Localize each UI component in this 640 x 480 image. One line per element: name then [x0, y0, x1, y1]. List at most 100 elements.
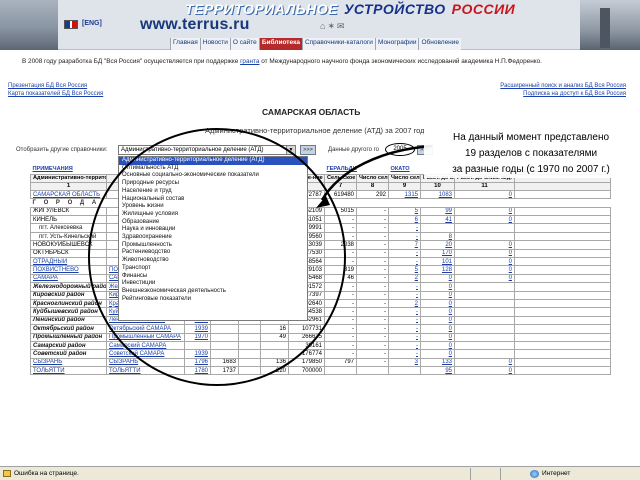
year-select[interactable]: 2005 [385, 143, 415, 156]
dropdown-option[interactable]: Уровень жизни [119, 203, 307, 211]
rail-distance-link[interactable]: 0 [454, 215, 515, 225]
distance-link[interactable]: 95 [420, 366, 455, 376]
dropdown-option[interactable]: Природные ресурсы [119, 180, 307, 188]
settlement-count-link[interactable]: 6 [388, 215, 421, 225]
settlement-count-link[interactable] [388, 366, 421, 376]
star-icon[interactable]: ✶ [327, 21, 337, 31]
distance-link[interactable]: 8 [420, 231, 455, 242]
rail-distance-link[interactable] [454, 307, 515, 317]
rail-distance-link[interactable]: 0 [454, 357, 515, 368]
dropdown-option[interactable]: Промышленность [119, 242, 307, 250]
rail-distance-link[interactable]: 0 [454, 256, 515, 267]
nav-item[interactable]: Новости [199, 38, 230, 50]
code-link[interactable]: 1796 [184, 357, 211, 368]
code-link[interactable]: 1970 [184, 332, 211, 342]
settlement-count-link[interactable]: 2 [388, 298, 421, 309]
distance-link[interactable]: 41 [420, 215, 455, 225]
dropdown-option[interactable]: Инвестиции [119, 280, 307, 288]
distance-link[interactable]: 0 [420, 307, 455, 317]
uk-flag-icon[interactable] [64, 20, 78, 29]
dropdown-option[interactable]: Рейтинговые показатели [119, 296, 307, 304]
rail-distance-link[interactable] [454, 324, 515, 334]
reference-dropdown-list[interactable]: Административно-территориальное деление … [118, 156, 308, 321]
distance-link[interactable]: 0 [420, 298, 455, 309]
admin-link[interactable]: Промышленный САМАРА [106, 332, 185, 342]
nav-item[interactable]: Библиотека [258, 38, 302, 50]
settlement-count-link[interactable]: - [388, 332, 421, 342]
ato-name[interactable]: САМАРА [30, 273, 107, 284]
dropdown-option[interactable]: Финансы [119, 273, 307, 281]
rail-distance-link[interactable]: 0 [454, 189, 515, 200]
code-link[interactable]: 1939 [184, 349, 211, 359]
grant-link[interactable]: гранта [240, 58, 259, 65]
table-top-link[interactable]: ОКАТО [388, 165, 421, 174]
distance-link[interactable]: 133 [420, 357, 455, 368]
rail-distance-link[interactable]: 0 [454, 265, 515, 275]
distance-link[interactable]: 0 [420, 315, 455, 326]
subscription-link[interactable]: Подписка на доступ к БД Вся Россия [500, 90, 626, 98]
nav-item[interactable]: Справочники-каталоги [301, 38, 375, 50]
settlement-count-link[interactable]: - [388, 248, 421, 259]
settlement-count-link[interactable]: - [388, 340, 421, 351]
admin-link[interactable]: Октябрьский САМАРА [106, 324, 185, 334]
rail-distance-link[interactable]: 0 [454, 273, 515, 284]
distance-link[interactable]: 0 [420, 324, 455, 334]
ato-name[interactable]: САМАРСКАЯ ОБЛАСТЬ [30, 189, 107, 200]
ato-name[interactable]: СЫЗРАНЬ [30, 357, 107, 368]
settlement-count-link[interactable]: - [388, 324, 421, 334]
settlement-count-link[interactable]: - [388, 290, 421, 300]
dropdown-option[interactable]: Административно-территориальное деление … [119, 157, 307, 165]
ato-name[interactable]: ОТРАДНЫЙ [30, 256, 107, 267]
settlement-count-link[interactable]: 3 [388, 357, 421, 368]
distance-link[interactable]: 0 [420, 282, 455, 292]
nav-item[interactable]: О сайте [229, 38, 259, 50]
settlement-count-link[interactable]: - [388, 315, 421, 326]
nav-item[interactable]: Обновление [418, 38, 462, 50]
rail-distance-link[interactable]: 0 [454, 240, 515, 250]
table-top-link[interactable]: ПРИМЕЧАНИЯ [30, 165, 107, 174]
settlement-count-link[interactable]: 5 [388, 206, 421, 217]
distance-link[interactable]: 0 [420, 349, 455, 359]
settlement-count-link[interactable]: 1315 [388, 189, 421, 200]
distance-link[interactable]: 0 [420, 332, 455, 342]
admin-link[interactable]: СЫЗРАНЬ [106, 357, 185, 368]
ato-name[interactable]: ТОЛЬЯТТИ [30, 366, 107, 376]
indicators-map-link[interactable]: Карта показателей БД Вся Россия [8, 90, 103, 98]
code-link[interactable]: 1780 [184, 366, 211, 376]
distance-link[interactable]: 128 [420, 265, 455, 275]
dropdown-option[interactable]: Основные социально-экономические показат… [119, 172, 307, 180]
go-button-reference[interactable]: >>> [300, 145, 316, 155]
distance-link[interactable]: 99 [420, 206, 455, 217]
dropdown-option[interactable]: Внешнеэкономическая деятельность [119, 288, 307, 296]
nav-item[interactable]: Главная [170, 38, 200, 50]
distance-link[interactable]: 101 [420, 256, 455, 267]
dropdown-option[interactable]: Животноводство [119, 257, 307, 265]
reference-select[interactable]: Административно-территориальное деление … [118, 145, 296, 155]
settlement-count-link[interactable]: 7 [388, 240, 421, 250]
admin-link[interactable]: Самарский САМАРА [106, 340, 185, 351]
presentation-link[interactable]: Презентация БД Вся Россия [8, 82, 103, 90]
settlement-count-link[interactable]: - [388, 231, 421, 242]
rail-distance-link[interactable] [454, 340, 515, 351]
dropdown-option[interactable]: Национальный состав [119, 196, 307, 204]
rail-distance-link[interactable] [454, 282, 515, 292]
dropdown-option[interactable]: Наука и инновации [119, 226, 307, 234]
rail-distance-link[interactable] [454, 223, 515, 233]
distance-link[interactable]: 0 [420, 290, 455, 300]
settlement-count-link[interactable]: - [388, 349, 421, 359]
dropdown-option[interactable]: Здравоохранение [119, 234, 307, 242]
rail-distance-link[interactable] [454, 298, 515, 309]
rail-distance-link[interactable] [454, 332, 515, 342]
dropdown-option[interactable]: Растениеводство [119, 249, 307, 257]
header-icons[interactable]: ⌂✶✉ [320, 21, 347, 32]
english-link[interactable]: [ENG] [82, 20, 102, 27]
table-top-link[interactable]: ГЕРАЛЬДИКА [324, 165, 357, 174]
distance-link[interactable] [420, 223, 455, 233]
chevron-down-icon[interactable]: ▼ [286, 146, 295, 154]
mail-icon[interactable]: ✉ [337, 21, 347, 31]
rail-distance-link[interactable] [454, 290, 515, 300]
rail-distance-link[interactable] [454, 231, 515, 242]
settlement-count-link[interactable]: - [388, 256, 421, 267]
warning-icon[interactable] [3, 470, 11, 477]
settlement-count-link[interactable]: - [388, 223, 421, 233]
